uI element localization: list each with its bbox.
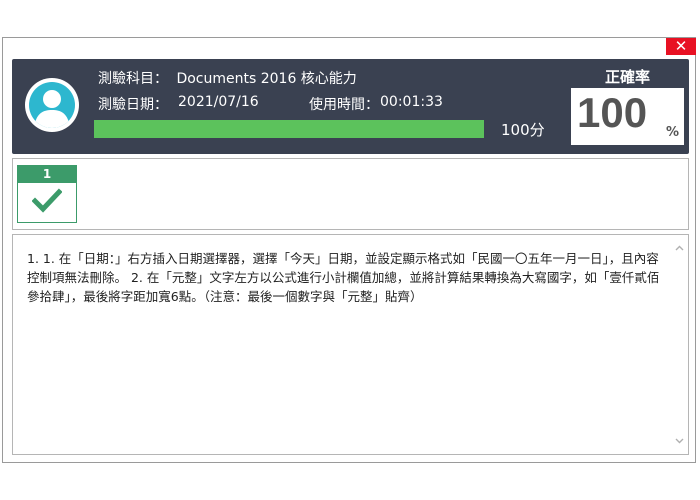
- score-progress-bar: [94, 120, 484, 138]
- accuracy-unit: %: [666, 125, 680, 140]
- question-tile-1[interactable]: 1: [17, 165, 77, 223]
- subject-row: 測驗科目： Documents 2016 核心能力: [98, 68, 357, 88]
- time-value: 00:01:33: [380, 94, 443, 110]
- user-avatar-icon: [25, 78, 79, 132]
- vertical-scrollbar[interactable]: [671, 235, 688, 454]
- close-button[interactable]: ✕: [666, 38, 696, 55]
- question-navigator: 1: [12, 158, 689, 230]
- result-header: 測驗科目： Documents 2016 核心能力 測驗日期： 2021/07/…: [12, 59, 689, 154]
- accuracy-box: 正確率 100 %: [569, 65, 686, 147]
- question-text: 1. 1. 在「日期：」右方插入日期選擇器，選擇「今天」日期，並設定顯示格式如「…: [27, 251, 660, 304]
- date-label: 測驗日期：: [98, 97, 168, 113]
- score-progress-fill: [94, 120, 484, 138]
- subject-label: 測驗科目：: [98, 71, 168, 87]
- date-value: 2021/07/16: [178, 94, 259, 110]
- chevron-down-icon[interactable]: [674, 435, 685, 446]
- question-content-panel: 1. 1. 在「日期：」右方插入日期選擇器，選擇「今天」日期，並設定顯示格式如「…: [12, 234, 689, 455]
- subject-value: Documents 2016 核心能力: [176, 71, 357, 87]
- score-text: 100分: [501, 121, 545, 139]
- time-label: 使用時間：: [309, 97, 379, 113]
- accuracy-title: 正確率: [571, 67, 684, 88]
- chevron-up-icon[interactable]: [674, 243, 685, 254]
- check-icon: [32, 188, 62, 213]
- accuracy-value: 100: [577, 89, 648, 136]
- result-window: ✕ 測驗科目： Documents 2016 核心能力 測驗日期： 2021/0…: [2, 37, 696, 463]
- close-icon: ✕: [674, 37, 688, 55]
- question-number: 1: [18, 166, 76, 183]
